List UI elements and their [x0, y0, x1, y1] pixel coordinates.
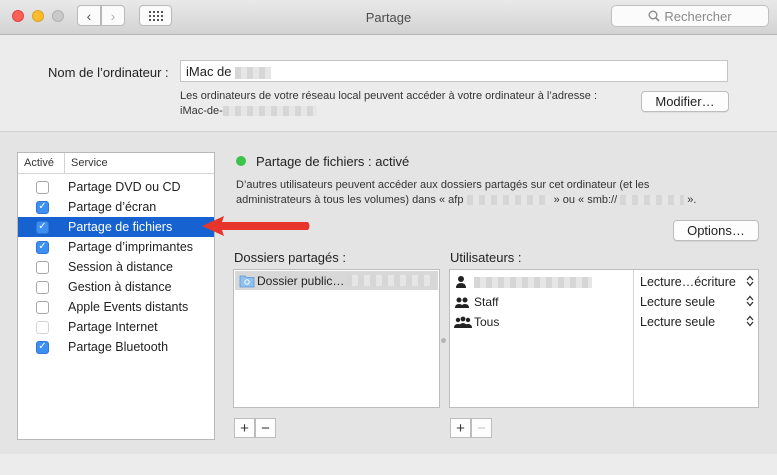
service-checkbox[interactable]: ✓: [36, 200, 49, 214]
options-button[interactable]: Options…: [673, 220, 759, 241]
column-header-active[interactable]: Activé: [18, 153, 65, 173]
user-row[interactable]: Tous: [454, 313, 499, 331]
service-row[interactable]: Partage Internet: [18, 317, 214, 337]
permission-select[interactable]: Lecture seule: [640, 293, 754, 311]
folder-icon: [239, 275, 255, 287]
shared-folders-list: Dossier public…: [233, 269, 440, 408]
service-label: Partage DVD ou CD: [68, 180, 181, 194]
service-label: Partage Bluetooth: [68, 340, 169, 354]
address-info-text: Les ordinateurs de votre réseau local pe…: [180, 90, 598, 102]
service-row[interactable]: Partage DVD ou CD: [18, 177, 214, 197]
redacted-text: [620, 195, 685, 206]
description-smb: » ou « smb://: [553, 194, 618, 206]
redacted-text: [346, 275, 435, 286]
plus-icon: +: [456, 419, 465, 437]
description-line-1: D’autres utilisateurs peuvent accéder au…: [236, 179, 650, 191]
computer-name-value: iMac de: [186, 64, 232, 79]
service-row[interactable]: Session à distance: [18, 257, 214, 277]
services-list: Activé Service Partage DVD ou CD ✓ Partage…: [17, 152, 215, 440]
remove-user-button[interactable]: −: [471, 418, 492, 438]
permission-select[interactable]: Lecture seule: [640, 313, 754, 331]
service-checkbox[interactable]: ✓: [36, 240, 49, 254]
computer-name-section: Nom de l’ordinateur : iMac de Les ordina…: [0, 35, 777, 132]
service-checkbox[interactable]: ✓: [36, 220, 49, 234]
status-indicator-icon: [236, 156, 246, 166]
service-checkbox[interactable]: [36, 280, 49, 294]
description-afp: administrateurs à tous les volumes) dans…: [236, 194, 464, 206]
service-row[interactable]: ✓ Partage d’écran: [18, 197, 214, 217]
column-header-service[interactable]: Service: [65, 153, 108, 173]
split-view-handle[interactable]: [441, 338, 446, 343]
service-label: Partage de fichiers: [68, 220, 173, 234]
minus-icon: −: [261, 419, 270, 437]
service-label: Gestion à distance: [68, 280, 172, 294]
everyone-icon: [454, 315, 474, 329]
users-list: Lecture…écriture Staff Lecture seule Tous Le…: [449, 269, 759, 408]
title-bar: ‹ › Partage Rechercher: [0, 0, 777, 35]
edit-name-button[interactable]: Modifier…: [641, 91, 729, 112]
description-line-2: administrateurs à tous les volumes) dans…: [236, 193, 736, 208]
service-label: Apple Events distants: [68, 300, 189, 314]
column-divider: [633, 270, 634, 407]
group-icon: [454, 295, 474, 309]
add-folder-button[interactable]: +: [234, 418, 255, 438]
service-row[interactable]: ✓ Partage de fichiers: [18, 217, 214, 237]
redacted-text: [235, 66, 272, 79]
user-icon: [454, 275, 474, 289]
users-label: Utilisateurs :: [450, 250, 522, 265]
search-placeholder: Rechercher: [664, 8, 732, 24]
folder-name: Dossier public…: [257, 273, 345, 288]
permission-value: Lecture seule: [640, 295, 716, 309]
service-label: Partage d’écran: [68, 200, 157, 214]
address-line: iMac-de-: [180, 105, 317, 117]
computer-name-label: Nom de l’ordinateur :: [48, 65, 169, 80]
shared-folders-label: Dossiers partagés :: [234, 250, 346, 265]
minus-icon: −: [477, 419, 486, 437]
permission-value: Lecture…écriture: [640, 275, 736, 289]
user-row[interactable]: Staff: [454, 293, 498, 311]
service-label: Partage Internet: [68, 320, 158, 334]
updown-chevron-icon: [746, 275, 754, 290]
remove-folder-button[interactable]: −: [255, 418, 276, 438]
service-checkbox[interactable]: [36, 180, 49, 194]
service-checkbox[interactable]: [36, 320, 49, 334]
description-end: ».: [687, 194, 697, 206]
service-label: Session à distance: [68, 260, 173, 274]
plus-icon: +: [240, 419, 249, 437]
permission-value: Lecture seule: [640, 315, 716, 329]
service-row[interactable]: Apple Events distants: [18, 297, 214, 317]
user-name: Staff: [474, 295, 499, 309]
sharing-description: D’autres utilisateurs peuvent accéder au…: [236, 178, 736, 208]
service-label: Partage d’imprimantes: [68, 240, 194, 254]
search-field[interactable]: Rechercher: [611, 5, 769, 27]
updown-chevron-icon: [746, 295, 754, 310]
service-checkbox[interactable]: [36, 300, 49, 314]
redacted-text: [474, 276, 592, 288]
annotation-arrow: [202, 216, 310, 236]
add-user-button[interactable]: +: [450, 418, 471, 438]
updown-chevron-icon: [746, 315, 754, 330]
service-checkbox[interactable]: [36, 260, 49, 274]
permission-select[interactable]: Lecture…écriture: [640, 273, 754, 291]
list-item[interactable]: Dossier public…: [235, 271, 438, 290]
computer-name-field[interactable]: iMac de: [180, 60, 728, 82]
user-name: Tous: [474, 315, 500, 329]
address-prefix: iMac-de-: [180, 105, 223, 117]
redacted-text: [466, 195, 551, 206]
services-list-header: Activé Service: [18, 153, 214, 174]
redacted-text: [222, 106, 317, 117]
service-row[interactable]: ✓ Partage d’imprimantes: [18, 237, 214, 257]
user-row[interactable]: [454, 273, 592, 291]
services-rows: Partage DVD ou CD ✓ Partage d’écran ✓ Partag…: [18, 174, 214, 357]
search-icon: [648, 10, 660, 22]
sharing-status: Partage de fichiers : activé: [256, 154, 410, 169]
service-checkbox[interactable]: ✓: [36, 340, 49, 354]
service-row[interactable]: ✓ Partage Bluetooth: [18, 337, 214, 357]
service-row[interactable]: Gestion à distance: [18, 277, 214, 297]
